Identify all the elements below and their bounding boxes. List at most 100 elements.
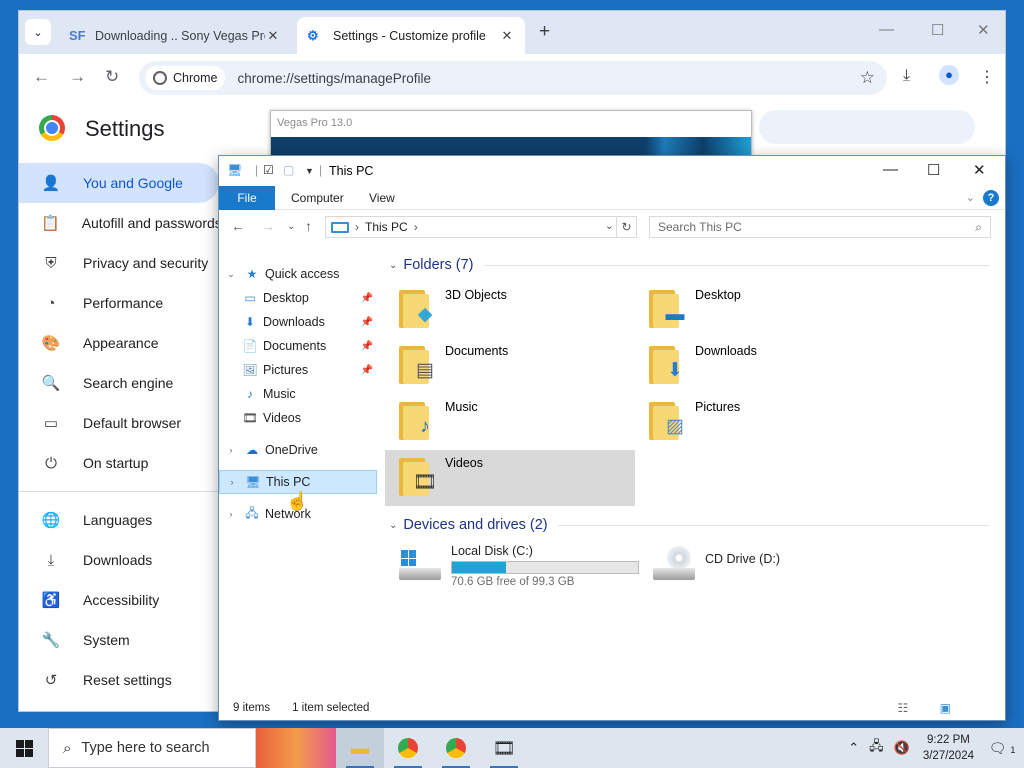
address-dropdown-icon[interactable]: ⌄ — [605, 219, 614, 232]
details-view-icon[interactable]: ☷ — [898, 701, 909, 715]
search-highlight-image[interactable] — [256, 728, 336, 768]
notification-center-button[interactable]: 🗨 1 — [988, 740, 1016, 757]
vegas-popup-window[interactable]: Vegas Pro 13.0 — [270, 110, 752, 156]
properties-icon[interactable]: ☑ — [263, 163, 274, 177]
expand-ribbon-icon[interactable]: ⌄ — [966, 191, 975, 204]
sidebar-item-reset[interactable]: ↺ Reset settings — [19, 660, 219, 700]
drives-group-header[interactable]: ⌄ Devices and drives (2) — [385, 514, 1005, 536]
chevron-right-icon[interactable]: › — [225, 445, 237, 455]
network-icon[interactable]: 🖧 — [869, 737, 884, 759]
chevron-down-icon: ⌄ — [389, 259, 398, 271]
content-pane: ⌄ Folders (7) ◆ 3D Objects ▬ Desktop ▤ D… — [385, 254, 1005, 694]
maximize-icon[interactable]: ☐ — [927, 161, 940, 179]
tab-search-button[interactable]: ⌄ — [25, 19, 51, 45]
nav-quick-access[interactable]: ⌄ ★ Quick access — [219, 262, 377, 286]
sidebar-item-downloads[interactable]: ⤓ Downloads — [19, 540, 219, 580]
recent-locations-icon[interactable]: ⌄ — [287, 221, 295, 232]
settings-search-input[interactable] — [759, 110, 975, 144]
sidebar-item-default-browser[interactable]: ▭ Default browser — [19, 403, 219, 443]
reload-icon[interactable]: ↻ — [105, 67, 119, 87]
nav-item-documents[interactable]: 📄 Documents 📌 — [219, 334, 377, 358]
omnibox[interactable]: Chrome chrome://settings/manageProfile ☆ — [139, 61, 887, 95]
folder-documents[interactable]: ▤ Documents — [385, 338, 635, 394]
folder-videos[interactable]: 🎞 Videos — [385, 450, 635, 506]
breadcrumb[interactable]: This PC — [365, 220, 408, 234]
ribbon-tab-computer[interactable]: Computer — [277, 186, 358, 210]
ribbon-tab-view[interactable]: View — [355, 186, 409, 210]
bookmark-star-icon[interactable]: ☆ — [860, 68, 875, 88]
nav-label: This PC — [266, 475, 311, 489]
forward-icon[interactable]: → — [69, 67, 86, 87]
drive-c[interactable]: Local Disk (C:) 70.6 GB free of 99.3 GB — [385, 544, 639, 588]
tab-sony-vegas[interactable]: SF Downloading .. Sony Vegas Pro ✕ — [59, 17, 291, 54]
sidebar-item-system[interactable]: 🔧 System — [19, 620, 219, 660]
url-text[interactable]: chrome://settings/manageProfile — [237, 71, 431, 86]
folders-group-header[interactable]: ⌄ Folders (7) — [385, 254, 1005, 276]
folder-desktop[interactable]: ▬ Desktop — [635, 282, 885, 338]
folder-pictures[interactable]: ▨ Pictures — [635, 394, 885, 450]
sidebar-item-appearance[interactable]: 🎨 Appearance — [19, 323, 219, 363]
customize-qat-icon[interactable]: ▼ — [305, 166, 314, 176]
chip-label: Chrome — [173, 71, 218, 85]
address-input[interactable]: › This PC › ⌄ ↻ — [325, 216, 637, 238]
sidebar-item-languages[interactable]: 🌐 Languages — [19, 500, 219, 540]
sidebar-item-you-and-google[interactable]: 👤 You and Google — [19, 163, 219, 203]
large-icons-view-icon[interactable]: ▣ — [940, 701, 951, 715]
back-icon[interactable]: ← — [231, 218, 245, 234]
taskbar-file-explorer[interactable]: ▬ — [336, 728, 384, 768]
nav-onedrive[interactable]: › ☁ OneDrive — [219, 438, 377, 462]
chevron-down-icon[interactable]: ⌄ — [225, 269, 237, 280]
taskbar-search-input[interactable]: ⌕ Type here to search — [48, 728, 256, 768]
taskbar-chrome-profile[interactable] — [384, 728, 432, 768]
search-icon: 🔍 — [41, 375, 61, 392]
folder-downloads[interactable]: ⬇ Downloads — [635, 338, 885, 394]
help-icon[interactable]: ? — [983, 190, 999, 206]
site-info-chip[interactable]: Chrome — [145, 66, 226, 90]
new-tab-button[interactable]: + — [539, 21, 550, 43]
speaker-muted-icon[interactable]: 🔇 — [894, 740, 910, 756]
new-folder-icon[interactable]: ▢ — [283, 163, 294, 177]
ribbon-tab-file[interactable]: File — [219, 186, 275, 210]
sidebar-item-privacy[interactable]: ⛨ Privacy and security — [19, 243, 219, 283]
more-menu-icon[interactable]: ⋮ — [979, 67, 995, 87]
sidebar-item-autofill[interactable]: 📋 Autofill and passwords — [19, 203, 222, 243]
nav-label: OneDrive — [265, 443, 318, 457]
chevron-down-icon: ⌄ — [389, 519, 398, 531]
back-icon[interactable]: ← — [33, 67, 50, 87]
up-icon[interactable]: ↑ — [305, 218, 312, 234]
refresh-icon[interactable]: ↻ — [616, 217, 636, 237]
tab-settings[interactable]: ⚙ Settings - Customize profile ✕ — [297, 17, 525, 54]
sidebar-item-search-engine[interactable]: 🔍 Search engine — [19, 363, 219, 403]
close-icon[interactable]: ✕ — [973, 161, 986, 179]
chevron-right-icon[interactable]: › — [225, 509, 237, 519]
drive-d[interactable]: CD Drive (D:) — [639, 544, 893, 588]
sidebar-item-accessibility[interactable]: ♿ Accessibility — [19, 580, 219, 620]
maximize-icon[interactable]: ☐ — [931, 21, 944, 39]
close-window-icon[interactable]: ✕ — [977, 21, 990, 39]
sidebar-item-performance[interactable]: ◔ Performance — [19, 283, 219, 323]
show-hidden-icons-icon[interactable]: ⌃ — [848, 740, 859, 756]
download-icon[interactable]: ⤓ — [903, 67, 910, 85]
forward-icon[interactable]: → — [261, 218, 275, 234]
folder-music[interactable]: ♪ Music — [385, 394, 635, 450]
minimize-icon[interactable]: — — [883, 161, 898, 178]
nav-item-videos[interactable]: 🎞 Videos — [219, 406, 377, 430]
chevron-right-icon[interactable]: › — [226, 477, 238, 487]
breadcrumb-chevron-icon: › — [355, 220, 359, 234]
search-input[interactable]: Search This PC ⌕ — [649, 216, 991, 238]
close-icon[interactable]: ✕ — [499, 28, 515, 44]
start-button[interactable] — [0, 728, 48, 768]
nav-item-desktop[interactable]: ▭ Desktop 📌 — [219, 286, 377, 310]
folder-3d-objects[interactable]: ◆ 3D Objects — [385, 282, 635, 338]
nav-item-pictures[interactable]: 🖼 Pictures 📌 — [219, 358, 377, 382]
clock[interactable]: 9:22 PM 3/27/2024 — [923, 732, 974, 764]
taskbar-video-app[interactable]: 🎞 — [480, 728, 528, 768]
nav-item-music[interactable]: ♪ Music — [219, 382, 377, 406]
sidebar-item-on-startup[interactable]: ⏻ On startup — [19, 443, 219, 483]
nav-item-downloads[interactable]: ⬇ Downloads 📌 — [219, 310, 377, 334]
chrome-profile-icon — [398, 738, 418, 758]
profile-avatar-icon[interactable]: ● — [939, 65, 959, 85]
taskbar-chrome[interactable] — [432, 728, 480, 768]
minimize-icon[interactable]: — — [879, 21, 894, 38]
close-icon[interactable]: ✕ — [265, 28, 281, 44]
